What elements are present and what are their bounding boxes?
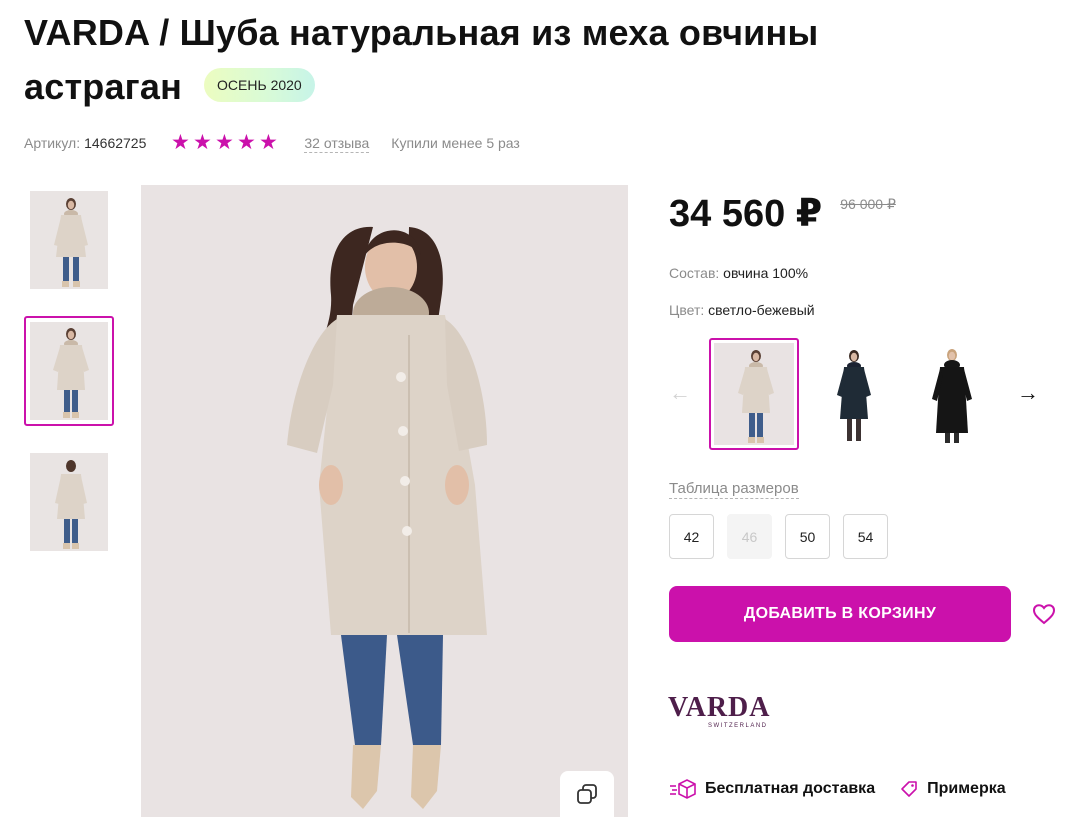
composition-value: овчина 100% bbox=[723, 265, 809, 281]
star-icon: ★ bbox=[192, 131, 212, 154]
season-badge: ОСЕНЬ 2020 bbox=[204, 68, 315, 103]
composition-label: Состав: bbox=[669, 265, 720, 281]
price-block: 34 560 ₽ 96 000 ₽ bbox=[669, 192, 896, 236]
size-table-link[interactable]: Таблица размеров bbox=[669, 479, 799, 499]
rating-stars: ★ ★ ★ ★ ★ bbox=[170, 131, 278, 154]
thumbnail-front-open[interactable] bbox=[24, 316, 114, 426]
variant-photo bbox=[812, 343, 892, 445]
purchase-count: Купили менее 5 раз bbox=[391, 135, 520, 151]
svg-text:SWITZERLAND: SWITZERLAND bbox=[708, 723, 768, 729]
color-variant-black[interactable] bbox=[905, 338, 995, 450]
color-label: Цвет: bbox=[669, 302, 705, 318]
arrow-right-icon[interactable]: → bbox=[1017, 382, 1039, 404]
current-price: 34 560 ₽ bbox=[669, 193, 823, 235]
thumbnail-back[interactable] bbox=[24, 447, 114, 557]
color-variant-carousel: ← → bbox=[669, 338, 1049, 450]
heart-icon[interactable] bbox=[1031, 601, 1057, 627]
main-product-photo[interactable] bbox=[141, 185, 628, 817]
composition: Состав: овчина 100% bbox=[669, 265, 808, 281]
brand-logo[interactable]: VARDA SWITZERLAND bbox=[668, 692, 808, 732]
thumbnail-front[interactable] bbox=[24, 185, 114, 295]
size-option-unavailable: 46 bbox=[727, 514, 772, 559]
color-value: светло-бежевый bbox=[708, 302, 815, 318]
copy-image-button[interactable] bbox=[560, 771, 614, 817]
coat-photo-thumbnail bbox=[30, 322, 108, 420]
perk-delivery[interactable]: Бесплатная доставка bbox=[669, 778, 875, 800]
size-selector: 42 46 50 54 bbox=[669, 514, 888, 559]
delivery-box-icon bbox=[670, 779, 696, 799]
variant-photo bbox=[714, 343, 794, 445]
perk-delivery-label: Бесплатная доставка bbox=[705, 780, 876, 797]
sku-label: Артикул: bbox=[24, 135, 81, 151]
perks-bar: Бесплатная доставка Примерка bbox=[669, 778, 1006, 800]
color-variant-navy[interactable] bbox=[807, 338, 897, 450]
color-variant-beige[interactable] bbox=[709, 338, 799, 450]
add-to-cart-button[interactable]: ДОБАВИТЬ В КОРЗИНУ bbox=[669, 586, 1011, 642]
product-title-text: VARDA / Шуба натуральная из меха овчины … bbox=[24, 12, 819, 107]
coat-photo-thumbnail bbox=[30, 191, 108, 289]
svg-text:VARDA: VARDA bbox=[668, 692, 771, 723]
color-attribute: Цвет: светло-бежевый bbox=[669, 302, 815, 318]
size-option[interactable]: 42 bbox=[669, 514, 714, 559]
product-meta: Артикул: 14662725 ★ ★ ★ ★ ★ 32 отзыва Ку… bbox=[24, 132, 520, 154]
star-icon: ★ bbox=[170, 131, 190, 154]
perk-fitting-label: Примерка bbox=[927, 780, 1006, 797]
size-option[interactable]: 54 bbox=[843, 514, 888, 559]
product-title: VARDA / Шуба натуральная из меха овчины … bbox=[24, 6, 984, 114]
coat-photo-thumbnail bbox=[30, 453, 108, 551]
variant-photo bbox=[910, 343, 990, 445]
reviews-link[interactable]: 32 отзыва bbox=[304, 134, 370, 153]
star-icon: ★ bbox=[258, 131, 278, 154]
star-icon: ★ bbox=[236, 131, 256, 154]
size-option[interactable]: 50 bbox=[785, 514, 830, 559]
tag-icon bbox=[901, 781, 917, 797]
copy-icon bbox=[577, 784, 597, 804]
arrow-left-icon[interactable]: ← bbox=[669, 382, 691, 404]
old-price: 96 000 ₽ bbox=[840, 196, 896, 212]
star-icon: ★ bbox=[214, 131, 234, 154]
sku-value: 14662725 bbox=[84, 135, 147, 151]
coat-model-illustration bbox=[141, 185, 628, 817]
perk-fitting[interactable]: Примерка bbox=[899, 779, 1006, 799]
